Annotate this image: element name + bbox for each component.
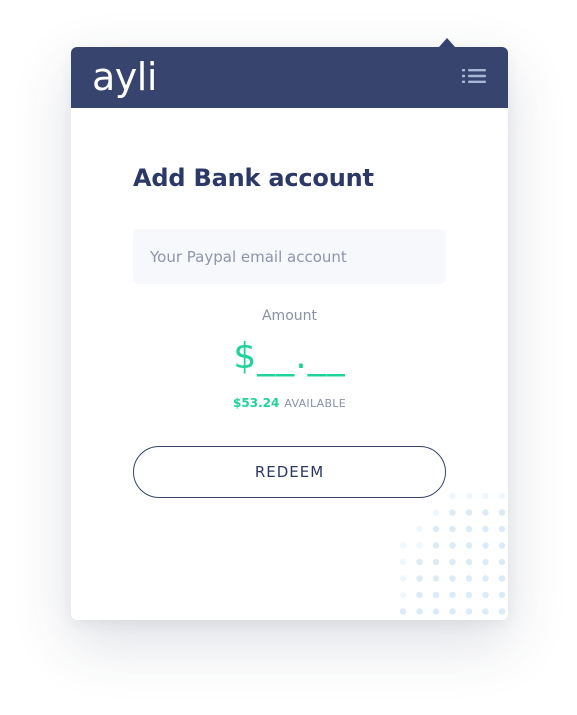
pattern-dot [449, 542, 456, 549]
pattern-dot [432, 525, 440, 533]
pattern-dot [482, 509, 489, 516]
paypal-email-input[interactable] [133, 229, 446, 284]
pattern-dot [482, 558, 489, 566]
pattern-dot [432, 542, 440, 549]
available-balance: $53.24 AVAILABLE [133, 394, 446, 413]
available-amount: $53.24 [233, 396, 280, 410]
pattern-dot [498, 509, 506, 516]
pattern-dot [416, 608, 423, 615]
pattern-dot [498, 608, 506, 615]
pattern-dot [465, 558, 473, 566]
decorative-dot-pattern [399, 492, 506, 615]
pattern-dot [482, 542, 489, 549]
list-menu-icon [462, 69, 486, 83]
pattern-dot [465, 509, 473, 516]
pattern-dot [449, 558, 456, 566]
pattern-dot [482, 608, 489, 615]
pattern-dot [449, 608, 456, 615]
pattern-dot [482, 591, 489, 599]
pattern-dot [498, 575, 506, 582]
pattern-dot [465, 575, 473, 582]
app-stage: ayli Add Bank account Amount $__.__ $53.… [0, 0, 577, 715]
popup-pointer [439, 38, 455, 47]
pattern-dot [498, 542, 506, 549]
menu-button[interactable] [461, 65, 487, 87]
pattern-dot [449, 575, 456, 582]
pattern-dot [432, 509, 440, 516]
pattern-dot [465, 492, 473, 500]
amount-input[interactable]: $__.__ [133, 331, 446, 383]
pattern-dot [498, 558, 506, 566]
pattern-dot [432, 608, 440, 615]
pattern-dot [498, 591, 506, 599]
pattern-dot [482, 492, 489, 500]
pattern-dot [465, 608, 473, 615]
pattern-dot [498, 525, 506, 533]
pattern-dot [399, 542, 407, 549]
pattern-dot [449, 525, 456, 533]
pattern-dot [432, 575, 440, 582]
pattern-dot [416, 575, 423, 582]
pattern-dot [416, 542, 423, 549]
pattern-dot [399, 575, 407, 582]
pattern-dot [465, 542, 473, 549]
pattern-dot [416, 525, 423, 533]
pattern-dot [416, 591, 423, 599]
amount-label: Amount [261, 308, 317, 324]
pattern-dot [416, 558, 423, 566]
pattern-dot [465, 525, 473, 533]
pattern-dot [449, 492, 456, 500]
popup-header: ayli [71, 47, 508, 108]
pattern-dot [432, 591, 440, 599]
pattern-dot [432, 558, 440, 566]
pattern-dot [465, 591, 473, 599]
popup-panel: ayli Add Bank account Amount $__.__ $53.… [71, 47, 508, 620]
pattern-dot [399, 558, 407, 566]
pattern-dot [399, 591, 407, 599]
page-title: Add Bank account [133, 164, 374, 192]
available-label: AVAILABLE [284, 397, 346, 410]
app-logo: ayli [92, 55, 157, 99]
pattern-dot [482, 525, 489, 533]
pattern-dot [498, 492, 506, 500]
pattern-dot [399, 608, 407, 615]
pattern-dot [482, 575, 489, 582]
pattern-dot [449, 509, 456, 516]
pattern-dot [449, 591, 456, 599]
